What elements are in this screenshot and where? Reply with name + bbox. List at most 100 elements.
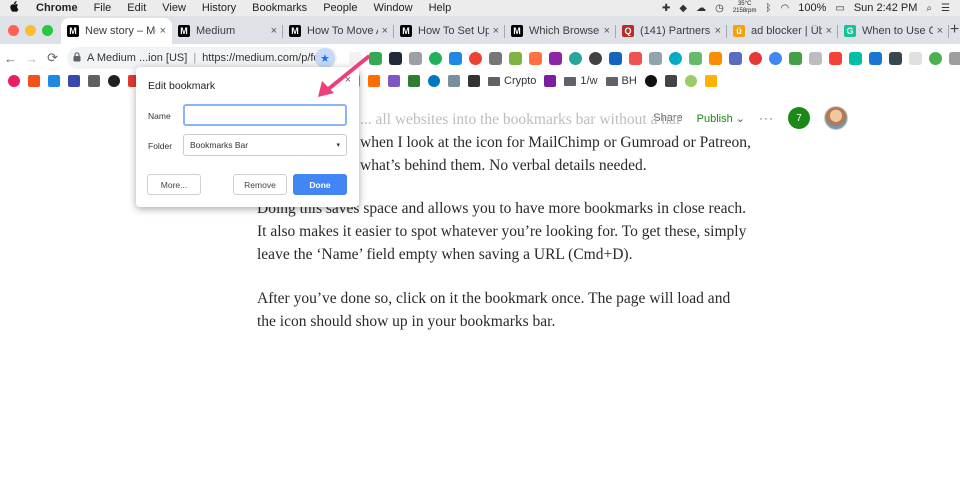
done-button[interactable]: Done: [293, 174, 347, 195]
extension-icon[interactable]: [408, 51, 422, 65]
tab-5[interactable]: Q (141) Partners – Quora ×: [616, 18, 727, 44]
extension-icon[interactable]: [748, 51, 762, 65]
bookmark-icon[interactable]: [388, 75, 400, 87]
tab-close-icon[interactable]: ×: [604, 25, 610, 37]
extension-icon[interactable]: [388, 51, 402, 65]
menu-help[interactable]: Help: [421, 0, 460, 16]
bookmark-icon[interactable]: [684, 75, 697, 87]
menu-edit[interactable]: Edit: [119, 0, 154, 16]
tab-4[interactable]: M Which Browser Works ×: [505, 18, 616, 44]
extension-icon[interactable]: [468, 51, 482, 65]
site-identity[interactable]: A Medium ...ion [US]: [87, 52, 187, 64]
back-button[interactable]: ←: [0, 51, 21, 66]
search-icon[interactable]: ⌕: [926, 3, 932, 14]
avatar[interactable]: [824, 106, 848, 130]
tab-1[interactable]: M Medium ×: [172, 18, 283, 44]
menubar-clock[interactable]: Sun 2:42 PM: [854, 2, 918, 14]
menu-people[interactable]: People: [315, 0, 365, 16]
bookmark-icon[interactable]: [8, 75, 20, 87]
bookmark-icon[interactable]: [544, 75, 557, 87]
forward-button[interactable]: →: [21, 51, 42, 66]
time-machine-icon[interactable]: ◷: [715, 3, 724, 14]
tab-close-icon[interactable]: ×: [382, 25, 388, 37]
menu-window[interactable]: Window: [365, 0, 420, 16]
bookmark-icon[interactable]: [88, 75, 100, 87]
bookmark-icon[interactable]: [664, 75, 677, 87]
extension-icon[interactable]: [508, 51, 522, 65]
battery-percentage[interactable]: 100%: [798, 2, 826, 14]
notifications-badge[interactable]: 7: [788, 107, 810, 129]
tab-close-icon[interactable]: ×: [271, 25, 277, 37]
article-paragraph-1-line-2[interactable]: what’s behind them. No verbal details ne…: [360, 154, 760, 177]
notification-center-icon[interactable]: ☰: [941, 3, 950, 14]
menu-bookmarks[interactable]: Bookmarks: [244, 0, 315, 16]
more-options-icon[interactable]: ···: [759, 111, 774, 125]
extension-icon[interactable]: [868, 51, 882, 65]
article-paragraph-2[interactable]: Doing this saves space and allows you to…: [257, 197, 747, 266]
bookmark-folder-crypto[interactable]: Crypto: [488, 75, 536, 87]
health-cross-icon[interactable]: ✚: [662, 3, 670, 14]
tab-6[interactable]: ü ad blocker | Über ×: [727, 18, 838, 44]
extension-icon[interactable]: [708, 51, 722, 65]
extension-icon[interactable]: [928, 51, 942, 65]
close-window-icon[interactable]: [8, 24, 19, 36]
tab-close-icon[interactable]: ×: [493, 25, 499, 37]
bookmark-icon[interactable]: [28, 75, 40, 87]
address-bar[interactable]: A Medium ...ion [US] | https://medium.co…: [67, 47, 337, 69]
bookmark-name-input[interactable]: [183, 104, 347, 126]
extension-icon[interactable]: [628, 51, 642, 65]
bookmark-icon[interactable]: [48, 75, 60, 87]
bookmark-icon[interactable]: [68, 75, 80, 87]
battery-icon[interactable]: ▭: [835, 3, 844, 14]
extension-icon[interactable]: [808, 51, 822, 65]
bookmark-icon[interactable]: [704, 75, 717, 87]
new-tab-button[interactable]: +: [949, 21, 960, 39]
cloud-icon[interactable]: ☁: [696, 3, 706, 14]
tab-0[interactable]: M New story – Medium ×: [61, 18, 172, 44]
remove-button[interactable]: Remove: [233, 174, 287, 195]
extension-icon[interactable]: [828, 51, 842, 65]
publish-button[interactable]: Publish ⌄: [697, 112, 745, 125]
tab-2[interactable]: M How To Move Around ×: [283, 18, 394, 44]
menu-view[interactable]: View: [154, 0, 194, 16]
extension-icon[interactable]: [648, 51, 662, 65]
extension-icon[interactable]: [488, 51, 502, 65]
bookmark-icon[interactable]: [448, 75, 460, 87]
more-button[interactable]: More...: [147, 174, 201, 195]
wifi-icon[interactable]: ◠: [781, 3, 790, 14]
menu-chrome[interactable]: Chrome: [28, 0, 86, 16]
bookmark-icon[interactable]: [644, 75, 657, 87]
extension-icon[interactable]: [548, 51, 562, 65]
extension-icon[interactable]: [728, 51, 742, 65]
extension-icon[interactable]: [528, 51, 542, 65]
bookmark-folder-bh[interactable]: BH: [605, 75, 637, 87]
zoom-window-icon[interactable]: [42, 24, 53, 36]
menu-history[interactable]: History: [194, 0, 244, 16]
bookmark-icon[interactable]: [468, 75, 480, 87]
tab-3[interactable]: M How To Set Up Folders ×: [394, 18, 505, 44]
bookmark-icon[interactable]: [108, 75, 120, 87]
tab-close-icon[interactable]: ×: [160, 25, 166, 37]
bluetooth-icon[interactable]: ᛒ: [766, 3, 772, 14]
tab-close-icon[interactable]: ×: [715, 25, 721, 37]
extension-icon[interactable]: [688, 51, 702, 65]
extension-icon[interactable]: [848, 51, 862, 65]
extension-icon[interactable]: [768, 51, 782, 65]
menu-file[interactable]: File: [86, 0, 120, 16]
temperature-readout[interactable]: 35°C 2158rpm: [733, 1, 757, 15]
extension-icon[interactable]: [428, 51, 442, 65]
extension-icon[interactable]: [568, 51, 582, 65]
extension-icon[interactable]: [788, 51, 802, 65]
apple-menu-icon[interactable]: [0, 1, 28, 15]
extension-icon[interactable]: [608, 51, 622, 65]
extension-icon[interactable]: [908, 51, 922, 65]
minimize-window-icon[interactable]: [25, 24, 36, 36]
bookmark-folder-1w[interactable]: 1/w: [564, 75, 598, 87]
reload-button[interactable]: ⟳: [42, 50, 63, 66]
extension-icon[interactable]: [948, 51, 960, 65]
folder-select[interactable]: Bookmarks Bar ▾: [183, 134, 347, 156]
tab-close-icon[interactable]: ×: [826, 25, 832, 37]
article-paragraph-3[interactable]: After you’ve done so, click on it the bo…: [257, 287, 747, 333]
dropbox-icon[interactable]: ◆: [679, 3, 687, 14]
bookmark-icon[interactable]: [428, 75, 440, 87]
